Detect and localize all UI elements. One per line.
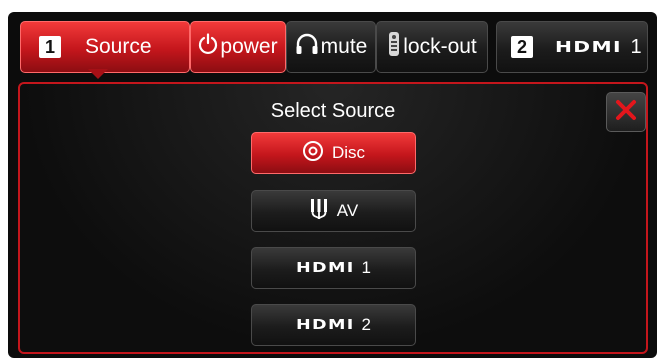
source-option-disc[interactable]: Disc	[251, 132, 416, 174]
lockout-label: lock-out	[403, 35, 477, 58]
media-control-screen: 1 Source power mute lock-out 2 HDMI 1 Se…	[8, 12, 657, 358]
active-tab-pointer	[88, 69, 108, 79]
headphones-icon	[295, 33, 319, 61]
power-label: power	[220, 35, 278, 58]
panel-title: Select Source	[270, 100, 396, 122]
source-option-number: 2	[361, 315, 371, 334]
source-option-hdmi-2[interactable]: HDMI 2	[251, 304, 416, 346]
mute-label: mute	[320, 35, 368, 58]
source-option-label: AV	[336, 201, 359, 220]
av-cable-icon	[309, 198, 329, 225]
source-tab[interactable]: 1 Source	[20, 21, 190, 73]
source-option-label: Disc	[331, 143, 366, 162]
source-option-av[interactable]: AV	[251, 190, 416, 232]
hdmi-logo: HDMI	[555, 38, 622, 56]
disc-icon	[302, 140, 324, 167]
power-button[interactable]: power	[190, 21, 286, 73]
source-option-hdmi-1[interactable]: HDMI 1	[251, 247, 416, 289]
input-tab-number: 2	[511, 36, 533, 58]
close-button[interactable]	[606, 92, 646, 132]
mute-button[interactable]: mute	[286, 21, 376, 73]
remote-lock-icon	[387, 31, 401, 63]
input-tab-hdmi-number: 1	[630, 35, 642, 58]
hdmi-logo: HDMI	[296, 260, 355, 276]
lockout-button[interactable]: lock-out	[376, 21, 488, 73]
close-x-icon	[615, 99, 637, 126]
power-icon	[198, 33, 218, 61]
input-tab[interactable]: 2 HDMI 1	[496, 21, 648, 73]
select-source-panel: Select Source Disc AV HDMI 1 HDMI 2	[18, 82, 648, 354]
source-option-number: 1	[361, 258, 371, 277]
source-tab-label: Source	[85, 35, 152, 58]
source-tab-number: 1	[39, 36, 61, 58]
top-bar: 1 Source power mute lock-out 2 HDMI 1	[8, 12, 657, 80]
hdmi-logo: HDMI	[296, 317, 355, 333]
